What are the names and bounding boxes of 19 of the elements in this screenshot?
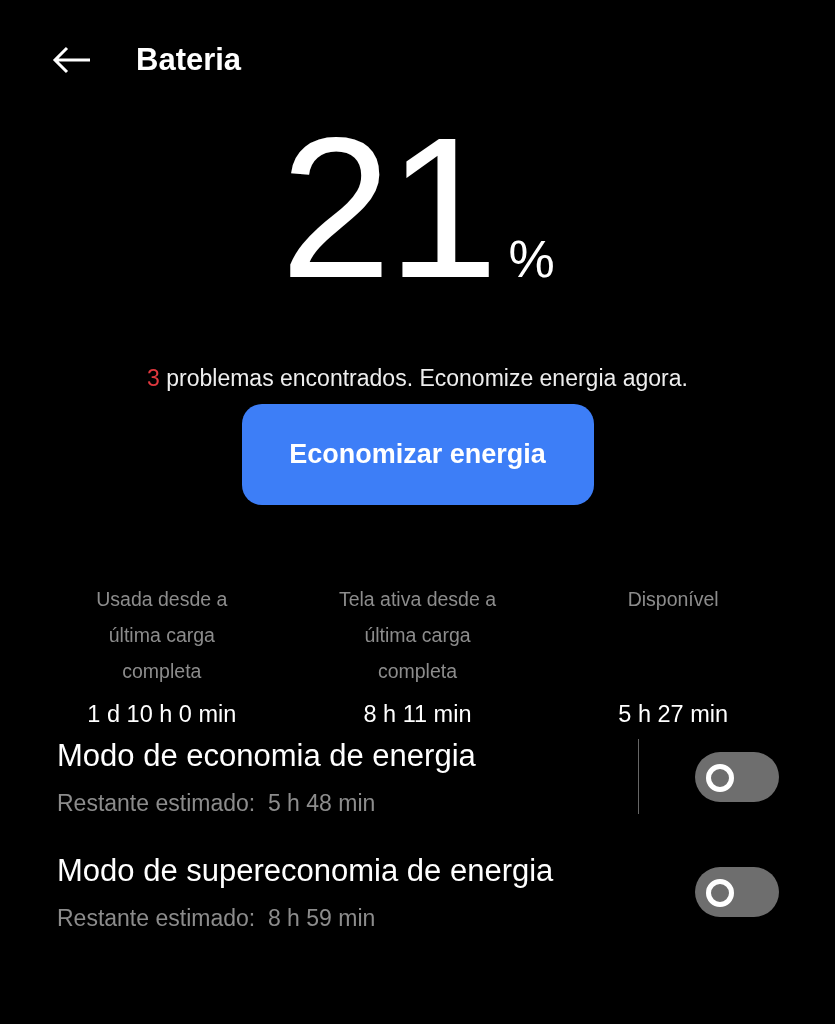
mode-subtitle: Restante estimado: 8 h 59 min	[57, 905, 377, 932]
stat-label: Usada desde a última carga completa	[95, 587, 229, 684]
percent-sign: %	[508, 229, 555, 289]
stat-value: 5 h 27 min	[618, 701, 729, 728]
problems-message: 3 problemas encontrados. Economize energia agora.	[147, 365, 688, 392]
mode-title: Modo de supereconomia de energia	[57, 852, 555, 890]
stat-label: Disponível	[626, 587, 720, 612]
toggle-switch[interactable]	[695, 751, 779, 802]
stat-value: 8 h 11 min	[363, 701, 472, 728]
toggle-switch[interactable]	[695, 866, 779, 917]
save-energy-button[interactable]: Economizar energia	[241, 404, 594, 505]
back-button[interactable]	[52, 45, 92, 75]
stat-label: Tela ativa desde a última carga completa	[337, 587, 498, 684]
battery-percentage: 21	[280, 120, 495, 295]
stat-value: 1 d 10 h 0 min	[87, 701, 237, 728]
back-arrow-icon	[52, 45, 92, 75]
page-title: Bateria	[136, 42, 242, 78]
mode-subtitle: Restante estimado: 5 h 48 min	[57, 790, 377, 817]
mode-title: Modo de economia de energia	[57, 737, 477, 775]
